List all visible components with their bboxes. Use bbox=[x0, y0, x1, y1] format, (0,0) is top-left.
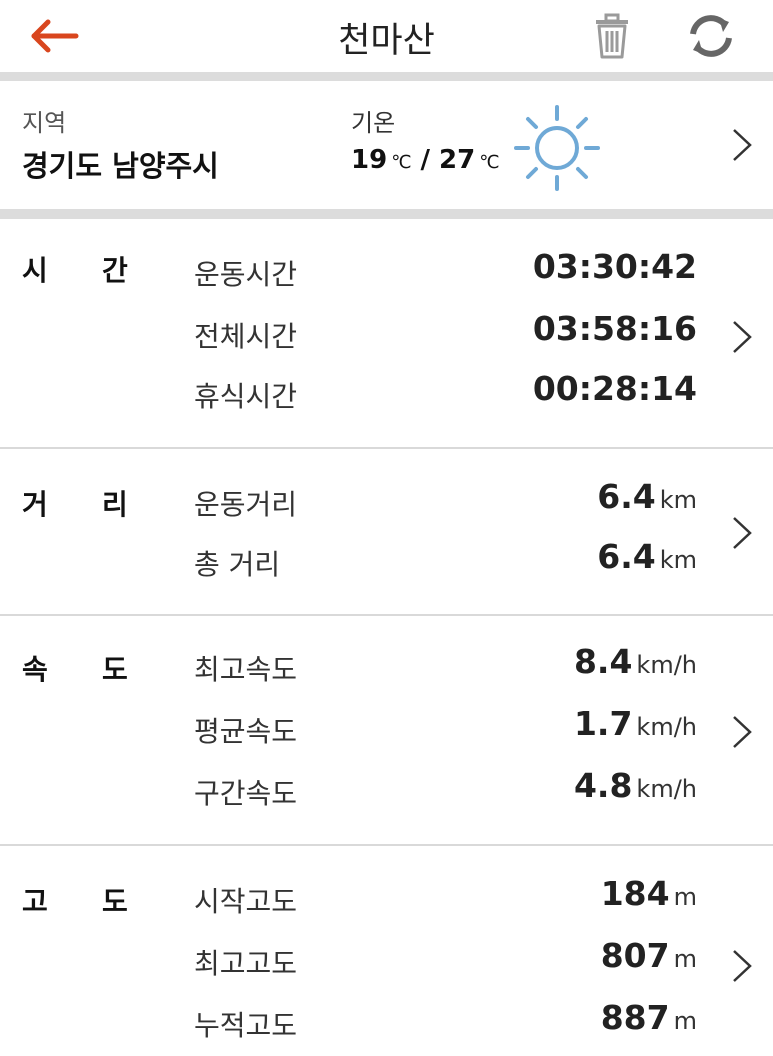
row-value: 6.4 km bbox=[597, 477, 697, 516]
row-label: 최고속도 bbox=[194, 653, 298, 686]
value-unit: km/h bbox=[636, 775, 697, 803]
value-number: 807 bbox=[600, 936, 670, 975]
row-value: 8.4 km/h bbox=[574, 642, 697, 681]
row-value: 887 m bbox=[601, 998, 697, 1037]
chevron-right-icon[interactable] bbox=[730, 714, 754, 750]
sun-icon bbox=[514, 105, 600, 191]
trash-icon[interactable] bbox=[592, 12, 632, 60]
row-label: 평균속도 bbox=[194, 715, 298, 748]
row-label: 휴식시간 bbox=[194, 380, 298, 413]
value-number: 6.4 bbox=[597, 537, 656, 576]
speed-section[interactable]: 속 도 최고속도 8.4 km/h 평균속도 1.7 km/h 구간속도 4.8 km… bbox=[0, 616, 773, 846]
page-title: 천마산 bbox=[338, 21, 435, 61]
row-label: 최고고도 bbox=[194, 947, 298, 980]
row-label: 운동시간 bbox=[194, 258, 298, 291]
section-title-time: 시 간 bbox=[22, 249, 128, 289]
altitude-section[interactable]: 고 도 시작고도 184 m 최고고도 807 m 누적고도 887 m bbox=[0, 846, 773, 1056]
row-value: 184 m bbox=[601, 874, 697, 913]
section-title-char: 리 bbox=[102, 488, 128, 521]
row-value: 1.7 km/h bbox=[574, 704, 697, 743]
section-title-char: 간 bbox=[102, 254, 128, 287]
distance-section[interactable]: 거 리 운동거리 6.4 km 총 거리 6.4 km bbox=[0, 449, 773, 616]
temp-separator: / bbox=[420, 145, 430, 175]
divider-bar bbox=[0, 72, 773, 81]
value-number: 03:30:42 bbox=[532, 247, 697, 286]
temp-unit-high: ℃ bbox=[479, 152, 500, 173]
value-number: 184 bbox=[600, 874, 670, 913]
row-value: 03:58:16 bbox=[533, 309, 697, 348]
section-title-char: 거 bbox=[22, 488, 48, 521]
section-title-char: 고 bbox=[22, 885, 48, 918]
value-unit: km/h bbox=[636, 713, 697, 741]
value-number: 03:58:16 bbox=[532, 309, 697, 348]
time-section[interactable]: 시 간 운동시간 03:30:42 전체시간 03:58:16 휴식시간 00:… bbox=[0, 219, 773, 449]
temp-high: 27 bbox=[439, 145, 476, 175]
temp-low: 19 bbox=[351, 145, 388, 175]
section-title-distance: 거 리 bbox=[22, 483, 128, 523]
row-value: 00:28:14 bbox=[533, 369, 697, 408]
value-number: 887 bbox=[600, 998, 670, 1037]
chevron-right-icon[interactable] bbox=[730, 127, 754, 163]
row-label: 운동거리 bbox=[194, 488, 298, 521]
value-number: 1.7 bbox=[573, 704, 633, 743]
value-unit: km bbox=[659, 546, 697, 574]
row-value: 4.8 km/h bbox=[574, 766, 697, 805]
value-unit: km bbox=[659, 486, 697, 514]
app-header: 천마산 bbox=[0, 0, 773, 72]
temperature-label: 기온 bbox=[351, 109, 396, 137]
value-unit: km/h bbox=[636, 651, 697, 679]
section-title-char: 속 bbox=[22, 653, 48, 686]
section-title-char: 도 bbox=[102, 653, 128, 686]
value-unit: m bbox=[673, 1007, 697, 1035]
refresh-icon[interactable] bbox=[683, 12, 739, 60]
temp-unit-low: ℃ bbox=[391, 152, 412, 173]
row-label: 누적고도 bbox=[194, 1009, 298, 1042]
row-label: 전체시간 bbox=[194, 320, 298, 353]
temperature-value: 19 ℃ / 27 ℃ bbox=[351, 145, 499, 175]
row-value: 03:30:42 bbox=[533, 247, 697, 286]
section-title-char: 도 bbox=[102, 885, 128, 918]
row-label: 시작고도 bbox=[194, 885, 298, 918]
region-label: 지역 bbox=[22, 109, 67, 137]
value-unit: m bbox=[673, 945, 697, 973]
chevron-right-icon[interactable] bbox=[730, 515, 754, 551]
chevron-right-icon[interactable] bbox=[730, 948, 754, 984]
divider-bar bbox=[0, 209, 773, 219]
value-number: 00:28:14 bbox=[532, 369, 697, 408]
row-label: 총 거리 bbox=[194, 548, 281, 581]
row-value: 807 m bbox=[601, 936, 697, 975]
value-number: 8.4 bbox=[573, 642, 633, 681]
value-number: 4.8 bbox=[573, 766, 633, 805]
value-unit: m bbox=[673, 883, 697, 911]
chevron-right-icon[interactable] bbox=[730, 319, 754, 355]
row-value: 6.4 km bbox=[597, 537, 697, 576]
section-title-speed: 속 도 bbox=[22, 648, 128, 688]
weather-info-row[interactable]: 지역 경기도 남양주시 기온 19 ℃ / 27 ℃ bbox=[0, 81, 773, 209]
value-number: 6.4 bbox=[597, 477, 656, 516]
section-title-char: 시 bbox=[22, 254, 48, 287]
row-label: 구간속도 bbox=[194, 777, 298, 810]
section-title-altitude: 고 도 bbox=[22, 880, 128, 920]
region-value: 경기도 남양주시 bbox=[22, 149, 219, 183]
